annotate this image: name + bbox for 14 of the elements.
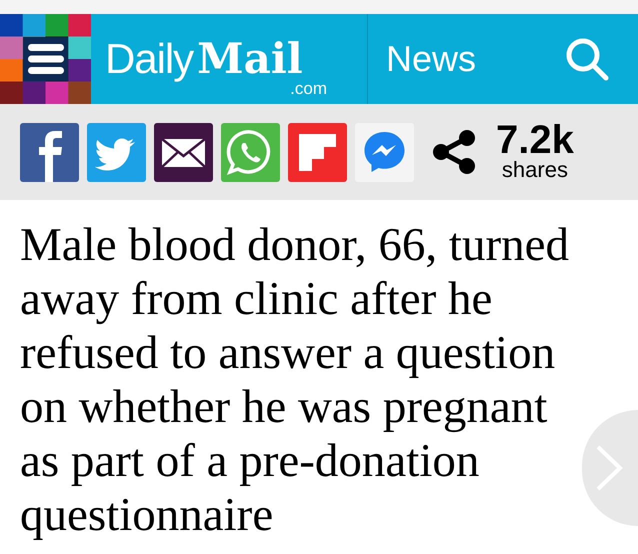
share-button[interactable] [154,122,213,182]
site-logo[interactable]: DailyMail .com [91,14,367,104]
logo-text: Daily [105,35,194,82]
share-button[interactable] [20,122,79,182]
logo-suffix: .com [290,80,327,97]
logo-text: Mail [197,34,303,83]
share-count: 7.2k [496,122,574,158]
section-link[interactable]: News [386,41,476,77]
search-button[interactable] [564,36,610,82]
share-count-label: shares [502,158,568,182]
article-headline: Male blood donor, 66, turned away from clinic after he refused to answer a question on whether he was pregnant as part of a pre-donation questionnaire [20,218,570,542]
menu-button[interactable] [23,37,68,81]
menu-icon [26,41,66,77]
search-icon [564,36,610,82]
